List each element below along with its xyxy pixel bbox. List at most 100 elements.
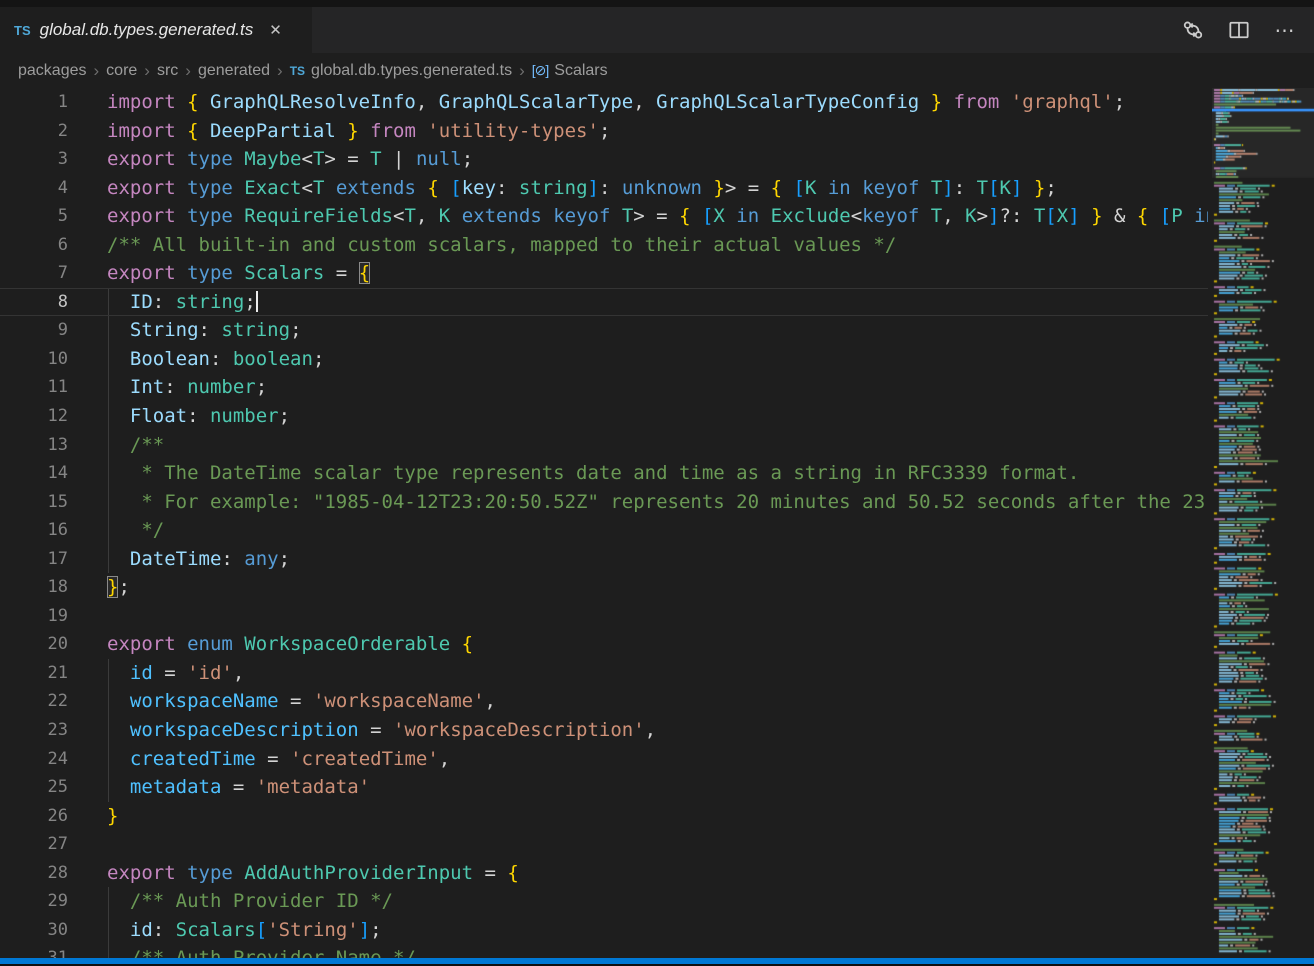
line-number[interactable]: 8 xyxy=(0,288,68,317)
line-number[interactable]: 10 xyxy=(0,345,68,374)
code-token: ; xyxy=(462,148,473,170)
line-number[interactable]: 12 xyxy=(0,402,68,431)
code-line[interactable]: 16 */ xyxy=(0,516,1208,545)
line-number[interactable]: 17 xyxy=(0,545,68,574)
code-line[interactable]: 30 id: Scalars['String']; xyxy=(0,916,1208,945)
code-line[interactable]: 15 * For example: "1985-04-12T23:20:50.5… xyxy=(0,488,1208,517)
line-number[interactable]: 30 xyxy=(0,916,68,945)
line-number[interactable]: 7 xyxy=(0,259,68,288)
code-line[interactable]: 25 metadata = 'metadata' xyxy=(0,773,1208,802)
code-token: | xyxy=(382,148,416,170)
close-tab-icon[interactable]: ✕ xyxy=(266,21,285,40)
code-editor[interactable]: 1import { GraphQLResolveInfo, GraphQLSca… xyxy=(0,88,1208,966)
code-line[interactable]: 8 ID: string; xyxy=(0,288,1208,317)
code-token: 'metadata' xyxy=(256,776,370,798)
code-token: 'String' xyxy=(267,919,359,941)
code-token: import xyxy=(107,91,187,113)
tab-global-db-types-generated[interactable]: TS global.db.types.generated.ts ✕ xyxy=(0,7,312,53)
line-number[interactable]: 29 xyxy=(0,887,68,916)
line-number[interactable]: 22 xyxy=(0,687,68,716)
split-editor-icon[interactable] xyxy=(1228,19,1250,41)
code-token xyxy=(107,890,130,912)
line-number[interactable]: 13 xyxy=(0,431,68,460)
line-number[interactable]: 3 xyxy=(0,145,68,174)
code-text xyxy=(107,830,1208,859)
code-line[interactable]: 28export type AddAuthProviderInput = { xyxy=(0,859,1208,888)
line-number[interactable]: 15 xyxy=(0,488,68,517)
code-token: : xyxy=(153,919,176,941)
breadcrumb-item-generated[interactable]: generated xyxy=(198,62,270,80)
breadcrumb-item-file[interactable]: global.db.types.generated.ts xyxy=(311,62,512,80)
code-line[interactable]: 20export enum WorkspaceOrderable { xyxy=(0,630,1208,659)
line-number[interactable]: 18 xyxy=(0,573,68,602)
line-number[interactable]: 16 xyxy=(0,516,68,545)
code-line[interactable]: 23 workspaceDescription = 'workspaceDesc… xyxy=(0,716,1208,745)
line-number[interactable]: 14 xyxy=(0,459,68,488)
line-number[interactable]: 23 xyxy=(0,716,68,745)
code-text: export type Scalars = { xyxy=(107,259,1208,288)
line-number[interactable]: 20 xyxy=(0,630,68,659)
line-number[interactable]: 4 xyxy=(0,174,68,203)
line-number[interactable]: 2 xyxy=(0,117,68,146)
minimap[interactable] xyxy=(1212,88,1314,958)
code-line[interactable]: 13 /** xyxy=(0,431,1208,460)
line-number[interactable]: 9 xyxy=(0,316,68,345)
code-line[interactable]: 18}; xyxy=(0,573,1208,602)
minimap-canvas[interactable] xyxy=(1212,88,1314,958)
code-token: RequireFields xyxy=(244,205,393,227)
code-line[interactable]: 21 id = 'id', xyxy=(0,659,1208,688)
line-number[interactable]: 5 xyxy=(0,202,68,231)
code-token: in xyxy=(725,205,771,227)
breadcrumb-item-packages[interactable]: packages xyxy=(18,62,87,80)
open-changes-icon[interactable] xyxy=(1182,19,1204,41)
line-number[interactable]: 27 xyxy=(0,830,68,859)
code-line[interactable]: 1import { GraphQLResolveInfo, GraphQLSca… xyxy=(0,88,1208,117)
code-line[interactable]: 3export type Maybe<T> = T | null; xyxy=(0,145,1208,174)
code-line[interactable]: 6/** All built-in and custom scalars, ma… xyxy=(0,231,1208,260)
breadcrumb: packages›core›src›generated›TSglobal.db.… xyxy=(0,53,1314,88)
code-token: T xyxy=(622,205,633,227)
code-line[interactable]: 9 String: string; xyxy=(0,316,1208,345)
code-line[interactable]: 22 workspaceName = 'workspaceName', xyxy=(0,687,1208,716)
breadcrumb-item-core[interactable]: core xyxy=(106,62,137,80)
code-line[interactable]: 14 * The DateTime scalar type represents… xyxy=(0,459,1208,488)
code-token xyxy=(107,548,130,570)
code-token: ; xyxy=(118,576,129,598)
typescript-file-icon: TS xyxy=(290,64,305,78)
code-token: T xyxy=(931,177,942,199)
code-line[interactable]: 7 export type Scalars = { xyxy=(0,259,1208,288)
code-line[interactable]: 12 Float: number; xyxy=(0,402,1208,431)
code-line[interactable]: 17 DateTime: any; xyxy=(0,545,1208,574)
line-number[interactable]: 26 xyxy=(0,802,68,831)
code-line[interactable]: 24 createdTime = 'createdTime', xyxy=(0,745,1208,774)
text-cursor xyxy=(256,291,258,312)
code-token: metadata xyxy=(130,776,222,798)
code-line[interactable]: 19 xyxy=(0,602,1208,631)
code-line[interactable]: 4export type Exact<T extends { [key: str… xyxy=(0,174,1208,203)
breadcrumb-item-src[interactable]: src xyxy=(157,62,178,80)
code-token: export xyxy=(107,862,187,884)
code-token: > = xyxy=(725,177,771,199)
code-line[interactable]: 10 Boolean: boolean; xyxy=(0,345,1208,374)
code-token: [ xyxy=(1160,205,1171,227)
code-token: null xyxy=(416,148,462,170)
line-number[interactable]: 25 xyxy=(0,773,68,802)
code-line[interactable]: 26} xyxy=(0,802,1208,831)
code-line[interactable]: 27 xyxy=(0,830,1208,859)
code-token: , xyxy=(942,205,965,227)
code-line[interactable]: 2import { DeepPartial } from 'utility-ty… xyxy=(0,117,1208,146)
code-line[interactable]: 11 Int: number; xyxy=(0,373,1208,402)
line-number[interactable]: 11 xyxy=(0,373,68,402)
line-number[interactable]: 28 xyxy=(0,859,68,888)
more-actions-icon[interactable]: ⋯ xyxy=(1274,19,1296,41)
line-number[interactable]: 19 xyxy=(0,602,68,631)
breadcrumb-item-symbol[interactable]: Scalars xyxy=(554,62,607,80)
code-line[interactable]: 29 /** Auth Provider ID */ xyxy=(0,887,1208,916)
code-token: any xyxy=(244,548,278,570)
line-number[interactable]: 6 xyxy=(0,231,68,260)
line-number[interactable]: 21 xyxy=(0,659,68,688)
code-line[interactable]: 5export type RequireFields<T, K extends … xyxy=(0,202,1208,231)
code-text: * For example: "1985-04-12T23:20:50.52Z"… xyxy=(107,488,1208,517)
line-number[interactable]: 1 xyxy=(0,88,68,117)
line-number[interactable]: 24 xyxy=(0,745,68,774)
